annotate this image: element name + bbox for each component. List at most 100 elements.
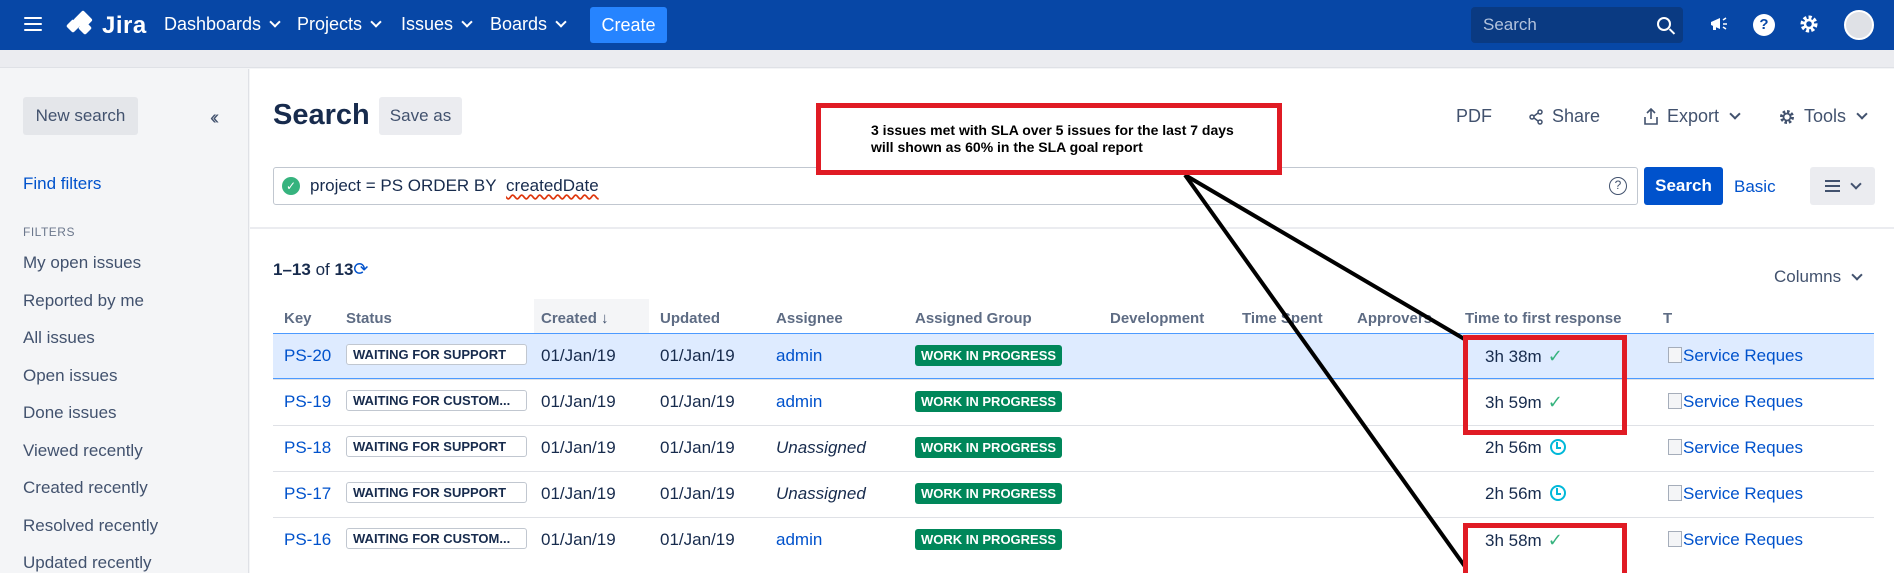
- share-icon: [1529, 108, 1543, 125]
- issue-type-link[interactable]: Service Reques: [1668, 346, 1803, 366]
- broken-image-icon: [1668, 347, 1682, 363]
- created-date: 01/Jan/19: [541, 346, 616, 365]
- time-to-first-response: 2h 56m: [1485, 484, 1566, 504]
- filter-item[interactable]: Reported by me: [23, 291, 158, 329]
- refresh-icon[interactable]: ⟳: [353, 259, 368, 279]
- assignee-unassigned: Unassigned: [776, 484, 866, 503]
- column-header-updated[interactable]: Updated: [660, 310, 720, 327]
- find-filters-link[interactable]: Find filters: [23, 174, 101, 194]
- sla-annotation-callout: 3 issues met with SLA over 5 issues for …: [816, 103, 1282, 175]
- issue-key-link[interactable]: PS-18: [284, 438, 331, 458]
- column-header-assigned-group[interactable]: Assigned Group: [915, 310, 1032, 327]
- megaphone-icon[interactable]: [1707, 13, 1731, 37]
- issue-type-link[interactable]: Service Reques: [1668, 438, 1803, 458]
- table-row[interactable]: PS-16 WAITING FOR CUSTOM... 01/Jan/19 01…: [273, 517, 1874, 563]
- search-icon: [1657, 17, 1671, 31]
- chevron-down-icon: [1729, 108, 1741, 120]
- jira-logo[interactable]: Jira: [65, 10, 147, 40]
- created-date: 01/Jan/19: [541, 392, 616, 411]
- annotation-line-1: 3 issues met with SLA over 5 issues for …: [871, 122, 1234, 138]
- column-header-status[interactable]: Status: [346, 310, 392, 327]
- issue-type-link[interactable]: Service Reques: [1668, 392, 1803, 412]
- export-button[interactable]: Export: [1643, 106, 1741, 127]
- column-header-key[interactable]: Key: [284, 310, 312, 327]
- tools-button[interactable]: Tools: [1778, 106, 1868, 127]
- query-prefix: project = PS ORDER BY: [310, 176, 497, 195]
- table-row[interactable]: PS-20 WAITING FOR SUPPORT 01/Jan/19 01/J…: [273, 333, 1874, 379]
- share-button[interactable]: Share: [1528, 106, 1600, 127]
- column-header-time-spent[interactable]: Time Spent: [1242, 310, 1323, 327]
- columns-button[interactable]: Columns: [1774, 267, 1863, 287]
- query-help-icon[interactable]: ?: [1609, 177, 1627, 195]
- jira-logo-text: Jira: [102, 12, 147, 39]
- nav-dashboards[interactable]: Dashboards: [164, 14, 281, 35]
- issue-key-link[interactable]: PS-17: [284, 484, 331, 504]
- user-avatar[interactable]: [1844, 10, 1874, 40]
- issue-type-link[interactable]: Service Reques: [1668, 530, 1803, 550]
- save-as-button[interactable]: Save as: [379, 97, 462, 135]
- chevron-down-icon: [1851, 268, 1863, 281]
- assigned-group-badge: WORK IN PROGRESS: [915, 437, 1063, 458]
- help-icon[interactable]: ?: [1753, 14, 1775, 36]
- gear-icon[interactable]: [1797, 13, 1821, 37]
- column-header-type[interactable]: T: [1663, 310, 1672, 327]
- new-search-button[interactable]: New search: [23, 97, 138, 135]
- result-total: 13: [334, 260, 354, 279]
- filter-item[interactable]: Created recently: [23, 478, 158, 516]
- chevron-down-icon: [370, 16, 382, 28]
- filter-item[interactable]: Done issues: [23, 403, 158, 441]
- assignee-link[interactable]: admin: [776, 530, 822, 550]
- search-button[interactable]: Search: [1644, 167, 1723, 205]
- nav-boards[interactable]: Boards: [490, 14, 567, 35]
- issue-type-label: Service Reques: [1683, 392, 1804, 411]
- view-options-button[interactable]: [1810, 167, 1875, 205]
- issue-type-link[interactable]: Service Reques: [1668, 484, 1803, 504]
- column-header-approvers[interactable]: Approvers: [1357, 310, 1432, 327]
- export-label: Export: [1667, 106, 1720, 126]
- filter-item[interactable]: All issues: [23, 328, 158, 366]
- nav-projects[interactable]: Projects: [297, 14, 382, 35]
- chevron-down-icon: [1856, 108, 1868, 120]
- issue-key-link[interactable]: PS-16: [284, 530, 331, 550]
- table-row[interactable]: PS-18 WAITING FOR SUPPORT 01/Jan/19 01/J…: [273, 425, 1874, 471]
- broken-image-icon: [1668, 393, 1682, 409]
- top-navigation-bar: Jira Dashboards Projects Issues Boards C…: [0, 0, 1894, 50]
- issue-type-label: Service Reques: [1683, 438, 1804, 457]
- create-button[interactable]: Create: [590, 7, 667, 43]
- issue-type-label: Service Reques: [1683, 346, 1804, 365]
- global-search-input[interactable]: Search: [1471, 7, 1683, 43]
- column-header-time-to-first-response[interactable]: Time to first response: [1465, 310, 1621, 327]
- issue-key-link[interactable]: PS-20: [284, 346, 331, 366]
- menu-icon[interactable]: [24, 17, 42, 31]
- jira-logo-icon: [65, 10, 96, 39]
- nav-dashboards-label: Dashboards: [164, 14, 262, 34]
- filter-item[interactable]: Updated recently: [23, 553, 158, 573]
- broken-image-icon: [1668, 439, 1682, 455]
- column-header-development[interactable]: Development: [1110, 310, 1204, 327]
- column-header-created[interactable]: Created ↓: [534, 299, 649, 333]
- assignee-link[interactable]: admin: [776, 346, 822, 366]
- collapse-sidebar-icon[interactable]: ‹‹: [210, 107, 220, 130]
- nav-issues[interactable]: Issues: [401, 14, 473, 35]
- assignee-link[interactable]: admin: [776, 392, 822, 412]
- column-header-assignee[interactable]: Assignee: [776, 310, 843, 327]
- announcement-strip: [0, 50, 1894, 68]
- table-row[interactable]: PS-19 WAITING FOR CUSTOM... 01/Jan/19 01…: [273, 379, 1874, 425]
- chevron-down-icon: [555, 16, 567, 28]
- sort-down-icon: ↓: [601, 310, 609, 327]
- filter-item[interactable]: Resolved recently: [23, 516, 158, 554]
- gear-icon: [1780, 109, 1794, 124]
- table-row[interactable]: PS-17 WAITING FOR SUPPORT 01/Jan/19 01/J…: [273, 471, 1874, 517]
- pdf-button[interactable]: PDF: [1456, 106, 1492, 127]
- issue-key-link[interactable]: PS-19: [284, 392, 331, 412]
- filter-item[interactable]: My open issues: [23, 253, 158, 291]
- divider: [250, 227, 1894, 229]
- filter-item[interactable]: Open issues: [23, 366, 158, 404]
- page-title: Search: [273, 99, 370, 131]
- chevron-down-icon: [269, 16, 281, 28]
- filter-item[interactable]: Viewed recently: [23, 441, 158, 479]
- pdf-label: PDF: [1456, 106, 1492, 126]
- issue-table: Key Status Created ↓ Updated Assignee As…: [273, 299, 1874, 563]
- basic-mode-link[interactable]: Basic: [1734, 177, 1776, 197]
- status-lozenge: WAITING FOR CUSTOM...: [346, 528, 527, 549]
